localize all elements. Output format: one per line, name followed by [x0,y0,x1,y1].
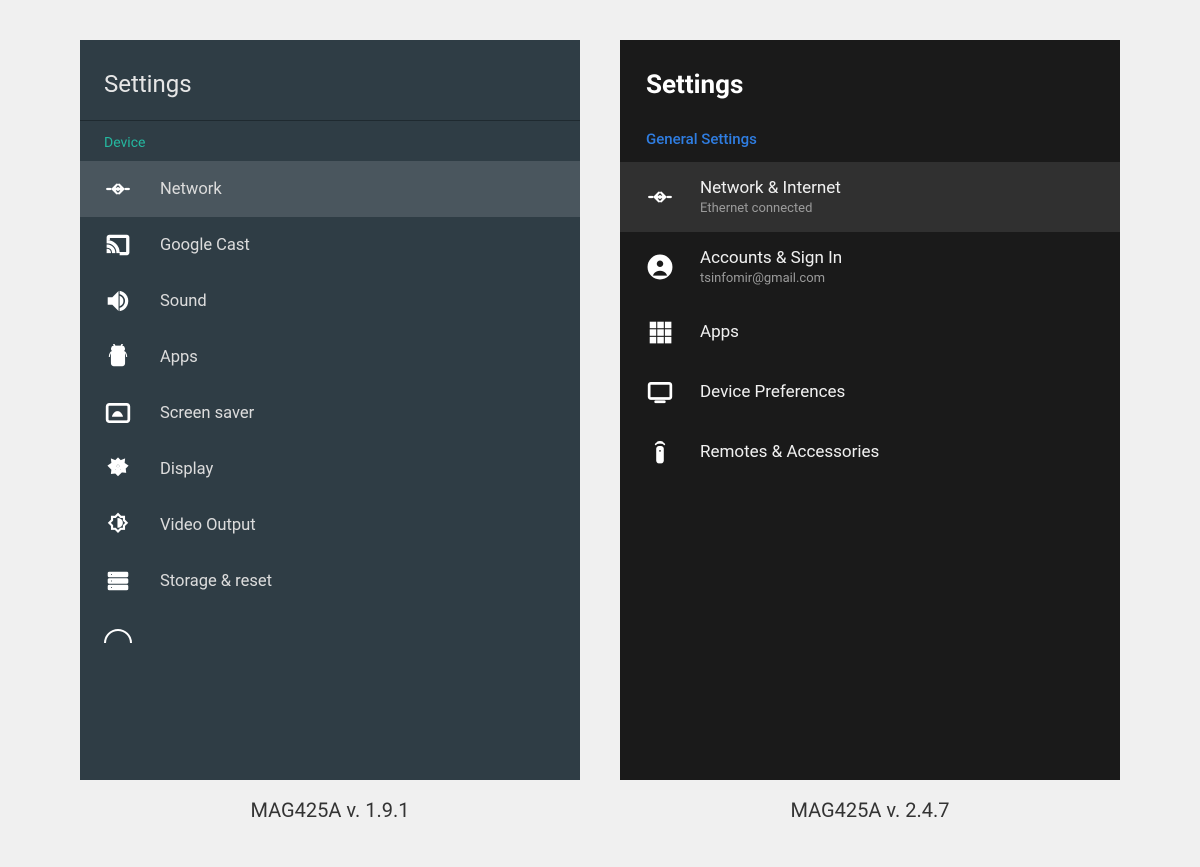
menu-item-video-output[interactable]: Video Output [80,497,580,553]
menu-item-apps[interactable]: Apps [620,302,1120,362]
menu-item-label: Apps [160,348,198,367]
speaker-icon [104,287,132,315]
menu-item-label: Screen saver [160,404,254,423]
menu-item-label: Apps [700,322,739,342]
menu-item-display[interactable]: A Display [80,441,580,497]
panel-caption: MAG425A v. 1.9.1 [250,798,409,822]
brightness-icon [104,511,132,539]
section-header-general: General Settings [620,122,1120,162]
menu-item-screen-saver[interactable]: Screen saver [80,385,580,441]
menu-item-subtitle: Ethernet connected [700,201,841,216]
settings-panel-v2: Settings General Settings Network & Inte… [620,40,1120,780]
menu-item-label: Remotes & Accessories [700,442,879,462]
menu-item-device-preferences[interactable]: Device Preferences [620,362,1120,422]
menu-item-label: Storage & reset [160,572,272,591]
menu-item-subtitle: tsinfomir@gmail.com [700,271,842,286]
menu-item-accounts[interactable]: Accounts & Sign In tsinfomir@gmail.com [620,232,1120,302]
menu-item-google-cast[interactable]: Google Cast [80,217,580,273]
menu-item-label: Accounts & Sign In [700,248,842,268]
menu-item-storage-reset[interactable]: Storage & reset [80,553,580,609]
menu-item-network-internet[interactable]: Network & Internet Ethernet connected [620,162,1120,232]
menu-item-label: Sound [160,292,207,311]
ethernet-icon [104,175,132,203]
android-icon [104,343,132,371]
remote-icon [646,438,674,466]
menu-item-label: Network [160,180,222,199]
menu-item-network[interactable]: Network [80,161,580,217]
menu-item-partial[interactable] [80,609,580,643]
ethernet-icon [646,183,674,211]
menu-item-apps[interactable]: Apps [80,329,580,385]
partial-icon [104,615,132,643]
menu-item-label: Google Cast [160,236,250,255]
page-title: Settings [620,40,1120,122]
screensaver-icon [104,399,132,427]
storage-icon [104,567,132,595]
apps-grid-icon [646,318,674,346]
account-icon [646,253,674,281]
svg-text:A: A [115,462,122,473]
brightness-auto-icon: A [104,455,132,483]
menu-item-remotes[interactable]: Remotes & Accessories [620,422,1120,482]
menu-item-label: Video Output [160,516,256,535]
menu-item-label: Display [160,460,213,479]
cast-icon [104,231,132,259]
menu-item-label: Device Preferences [700,382,845,402]
tv-icon [646,378,674,406]
page-title: Settings [80,40,580,121]
panel-caption: MAG425A v. 2.4.7 [790,798,949,822]
menu-item-label: Network & Internet [700,178,841,198]
section-header-device: Device [80,121,580,161]
menu-item-sound[interactable]: Sound [80,273,580,329]
settings-panel-v1: Settings Device Network Google Cast Soun… [80,40,580,780]
